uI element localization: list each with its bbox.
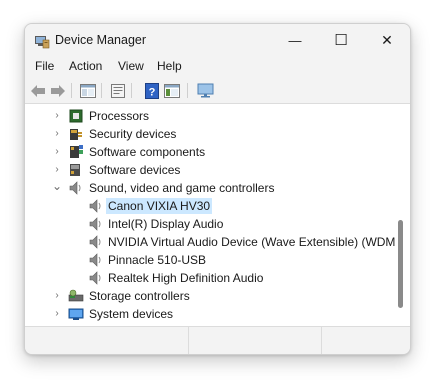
title-bar[interactable]: Device Manager — ☐ ✕	[25, 24, 410, 56]
tree-item-label: System devices	[89, 307, 174, 321]
security-device-icon	[68, 126, 84, 142]
monitor-icon	[197, 83, 214, 97]
view-resources-button[interactable]	[163, 82, 181, 99]
tree-item-label: Software components	[89, 145, 206, 159]
menu-file[interactable]: File	[35, 59, 54, 73]
properties-button[interactable]	[109, 82, 127, 99]
tree-item-label: Software devices	[89, 163, 181, 177]
maximize-button[interactable]: ☐	[318, 24, 364, 56]
svg-text:?: ?	[149, 86, 156, 98]
chevron-right-icon[interactable]: ›	[52, 161, 62, 179]
tree-row-system-devices[interactable]: › System devices	[25, 305, 393, 323]
tree-row-canon-vixia-hv30[interactable]: Canon VIXIA HV30	[25, 197, 393, 215]
software-device-icon	[68, 162, 84, 178]
tree-row-sound-video-and-game-controllers[interactable]: ⌄ Sound, video and game controllers	[25, 179, 393, 197]
chevron-right-icon[interactable]: ›	[52, 287, 62, 305]
help-button[interactable]: ?	[143, 82, 161, 99]
forward-button[interactable]	[49, 82, 67, 99]
toolbar-separator	[71, 83, 72, 98]
show-hide-tree-button[interactable]	[79, 82, 97, 99]
tree-row-software-devices[interactable]: › Software devices	[25, 161, 393, 179]
scrollbar-thumb[interactable]	[398, 220, 403, 308]
tree-row-software-components[interactable]: › Software components	[25, 143, 393, 161]
properties-icon	[111, 83, 125, 98]
processor-icon	[68, 108, 84, 124]
status-bar-divider	[188, 327, 189, 354]
software-component-icon	[68, 144, 84, 160]
toolbar-separator	[131, 83, 132, 98]
chevron-right-icon[interactable]: ›	[52, 125, 62, 143]
tree-row-storage-controllers[interactable]: › Storage controllers	[25, 287, 393, 305]
menu-help[interactable]: Help	[157, 59, 182, 73]
window-title: Device Manager	[55, 33, 147, 47]
speaker-icon	[88, 216, 104, 232]
toolbar-separator	[101, 83, 102, 98]
tree-row-nvidia-virtual-audio-device-wave-extensible-wdm[interactable]: NVIDIA Virtual Audio Device (Wave Extens…	[25, 233, 399, 251]
tree-row-processors[interactable]: › Processors	[25, 107, 393, 125]
speaker-icon	[88, 270, 104, 286]
view-resources-icon	[164, 83, 180, 98]
minimize-button[interactable]: —	[272, 24, 318, 56]
device-manager-window: Device Manager — ☐ ✕ File Action View He…	[24, 23, 411, 355]
help-icon: ?	[145, 82, 159, 99]
menu-bar: File Action View Help	[25, 56, 410, 78]
tree-item-label: Processors	[89, 109, 150, 123]
tree-item-label: Security devices	[89, 127, 177, 141]
close-button[interactable]: ✕	[364, 24, 410, 56]
speaker-icon	[88, 234, 104, 250]
tree-item-label: NVIDIA Virtual Audio Device (Wave Extens…	[108, 235, 400, 249]
toolbar: ?	[25, 78, 410, 104]
minimize-icon: —	[288, 32, 302, 48]
menu-action[interactable]: Action	[69, 59, 102, 73]
speaker-icon	[68, 180, 84, 196]
toolbar-separator	[187, 83, 188, 98]
tree-row-pinnacle-510-usb[interactable]: Pinnacle 510-USB	[25, 251, 393, 269]
forward-arrow-icon	[51, 84, 65, 97]
chevron-right-icon[interactable]: ›	[52, 107, 62, 125]
tree-row-realtek-high-definition-audio[interactable]: Realtek High Definition Audio	[25, 269, 393, 287]
status-bar-divider	[321, 327, 322, 354]
menu-view[interactable]: View	[118, 59, 144, 73]
tree-item-label: Pinnacle 510-USB	[108, 253, 207, 267]
chevron-down-icon[interactable]: ⌄	[52, 179, 62, 197]
tree-item-label: Sound, video and game controllers	[89, 181, 275, 195]
device-tree[interactable]: › Processors › Security devices › Software co…	[25, 104, 410, 326]
tree-item-label: Intel(R) Display Audio	[108, 217, 224, 231]
vertical-scrollbar[interactable]	[395, 104, 407, 326]
chevron-right-icon[interactable]: ›	[52, 143, 62, 161]
tree-item-label: Realtek High Definition Audio	[108, 271, 264, 285]
speaker-icon	[88, 252, 104, 268]
back-button[interactable]	[29, 82, 47, 99]
back-arrow-icon	[31, 84, 45, 97]
status-bar	[25, 326, 410, 354]
maximize-icon: ☐	[334, 32, 348, 49]
storage-controller-icon	[68, 288, 84, 304]
tree-row-security-devices[interactable]: › Security devices	[25, 125, 393, 143]
chevron-right-icon[interactable]: ›	[52, 305, 62, 323]
tree-item-label: Canon VIXIA HV30	[106, 198, 213, 214]
system-device-icon	[68, 306, 84, 322]
show-hide-tree-icon	[80, 83, 96, 98]
close-icon: ✕	[381, 31, 393, 48]
tree-item-label: Storage controllers	[89, 289, 190, 303]
speaker-icon	[88, 198, 104, 214]
device-manager-app-icon	[35, 36, 50, 49]
tree-row-intel-r-display-audio[interactable]: Intel(R) Display Audio	[25, 215, 393, 233]
scan-hardware-button[interactable]	[197, 82, 215, 99]
